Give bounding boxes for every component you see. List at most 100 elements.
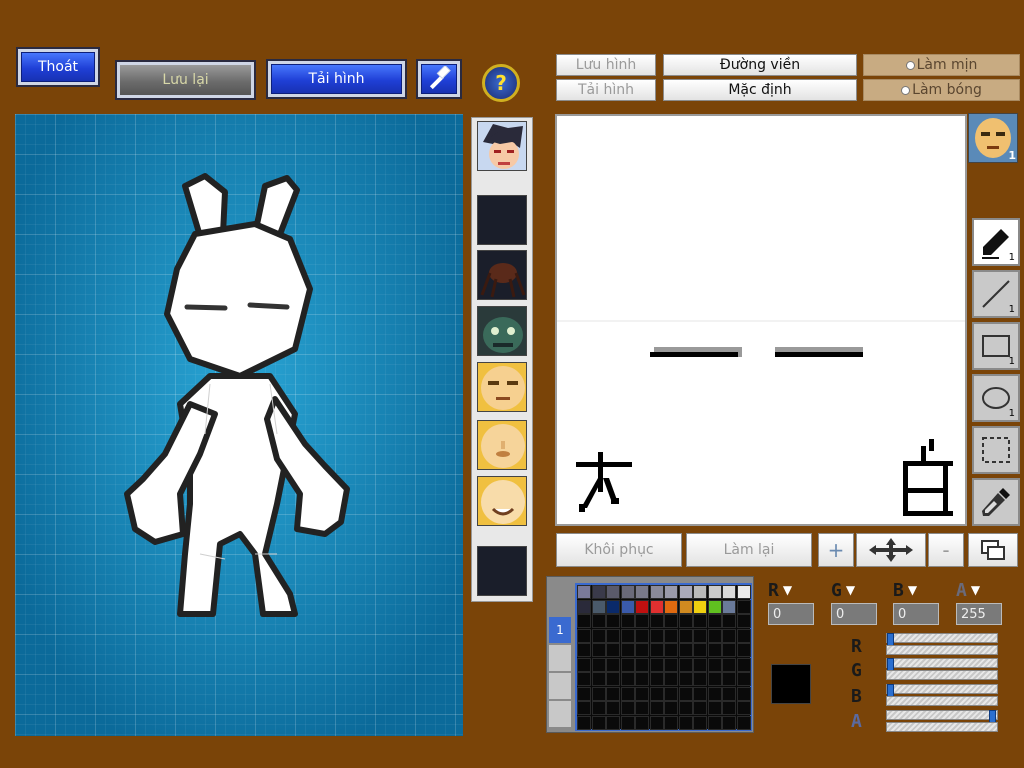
palette-swatch[interactable] (678, 672, 693, 686)
g-slider[interactable] (886, 658, 998, 680)
part-thumb-empty-1[interactable] (477, 195, 527, 245)
part-thumb-face-angry[interactable] (477, 362, 527, 412)
palette-swatch[interactable] (649, 701, 664, 715)
palette-swatch[interactable] (577, 686, 591, 701)
a-channel-dropdown[interactable]: A ▼ (956, 580, 1002, 601)
part-thumb-face-smile[interactable] (477, 476, 527, 526)
palette-swatch[interactable] (693, 686, 707, 701)
palette-swatch[interactable] (678, 701, 693, 715)
palette-swatch[interactable] (707, 701, 722, 715)
palette-swatch[interactable] (635, 657, 649, 672)
palette-tab-4[interactable] (549, 701, 571, 727)
tab-outline[interactable]: Đường viền (663, 54, 857, 76)
palette-swatch[interactable] (635, 643, 649, 657)
palette-swatch[interactable] (649, 585, 664, 599)
palette-swatch[interactable] (620, 672, 635, 686)
palette-swatch[interactable] (707, 657, 722, 672)
tab-default[interactable]: Mặc định (663, 79, 857, 101)
palette-swatch[interactable] (591, 614, 606, 628)
part-thumb-face-calm[interactable] (477, 420, 527, 470)
palette-swatch[interactable] (577, 715, 591, 730)
move-button[interactable] (856, 533, 926, 567)
palette-swatch[interactable] (620, 628, 635, 643)
palette-swatch[interactable] (736, 628, 751, 643)
palette-swatch[interactable] (678, 715, 693, 730)
palette-swatch[interactable] (591, 715, 606, 730)
palette-swatch[interactable] (707, 628, 722, 643)
palette-swatch[interactable] (664, 585, 678, 599)
palette-swatch[interactable] (606, 657, 620, 672)
palette-swatch[interactable] (664, 686, 678, 701)
ellipse-tool[interactable]: 1 (972, 374, 1020, 422)
tab-save-image[interactable]: Lưu hình (556, 54, 656, 76)
g-channel-dropdown[interactable]: G ▼ (831, 580, 877, 601)
palette-grid[interactable] (575, 583, 752, 731)
part-thumb-spider[interactable] (477, 250, 527, 300)
r-channel-dropdown[interactable]: R ▼ (768, 580, 814, 601)
palette-swatch[interactable] (635, 585, 649, 599)
palette-swatch[interactable] (693, 585, 707, 599)
palette-swatch[interactable] (664, 628, 678, 643)
palette-swatch[interactable] (620, 715, 635, 730)
palette-swatch[interactable] (678, 686, 693, 701)
palette-swatch[interactable] (707, 672, 722, 686)
palette-swatch[interactable] (649, 614, 664, 628)
palette-swatch[interactable] (606, 599, 620, 614)
b-slider[interactable] (886, 684, 998, 706)
palette-swatch[interactable] (606, 715, 620, 730)
b-value-field[interactable]: 0 (893, 603, 939, 625)
palette-swatch[interactable] (591, 599, 606, 614)
rectangle-tool[interactable]: 1 (972, 322, 1020, 370)
hammer-button[interactable] (416, 59, 462, 99)
palette-swatch[interactable] (606, 585, 620, 599)
palette-swatch[interactable] (664, 599, 678, 614)
restore-button[interactable]: Khôi phục (556, 533, 682, 567)
part-thumb-monster[interactable] (477, 306, 527, 356)
palette-swatch[interactable] (577, 585, 591, 599)
palette-swatch[interactable] (606, 614, 620, 628)
palette-swatch[interactable] (620, 599, 635, 614)
palette-swatch[interactable] (678, 628, 693, 643)
palette-swatch[interactable] (591, 657, 606, 672)
a-slider[interactable] (886, 710, 998, 732)
palette-swatch[interactable] (649, 672, 664, 686)
palette-swatch[interactable] (635, 672, 649, 686)
eyedropper-tool[interactable] (972, 478, 1020, 526)
palette-swatch[interactable] (722, 643, 736, 657)
palette-swatch[interactable] (693, 701, 707, 715)
palette-swatch[interactable] (635, 701, 649, 715)
redo-button[interactable]: Làm lại (686, 533, 812, 567)
palette-swatch[interactable] (736, 715, 751, 730)
palette-swatch[interactable] (736, 672, 751, 686)
palette-swatch[interactable] (591, 628, 606, 643)
palette-swatch[interactable] (664, 614, 678, 628)
palette-swatch[interactable] (649, 686, 664, 701)
palette-swatch[interactable] (707, 585, 722, 599)
palette-swatch[interactable] (577, 657, 591, 672)
palette-swatch[interactable] (635, 614, 649, 628)
palette-swatch[interactable] (577, 701, 591, 715)
line-tool[interactable]: 1 (972, 270, 1020, 318)
r-slider[interactable] (886, 633, 998, 655)
palette-swatch[interactable] (635, 599, 649, 614)
palette-swatch[interactable] (722, 701, 736, 715)
palette-swatch[interactable] (577, 643, 591, 657)
option-shade[interactable]: Làm bóng (863, 79, 1020, 101)
part-thumb-empty-2[interactable] (477, 546, 527, 596)
smooth-radio-icon[interactable] (905, 60, 915, 70)
palette-swatch[interactable] (707, 686, 722, 701)
avatar[interactable]: 1 (968, 113, 1018, 163)
palette-swatch[interactable] (620, 657, 635, 672)
palette-swatch[interactable] (664, 643, 678, 657)
palette-swatch[interactable] (722, 657, 736, 672)
pen-tool[interactable]: 1 (972, 218, 1020, 266)
layer-button[interactable] (968, 533, 1018, 567)
palette-swatch[interactable] (635, 686, 649, 701)
part-thumb-hair[interactable] (477, 121, 527, 171)
palette-swatch[interactable] (722, 614, 736, 628)
palette-swatch[interactable] (606, 686, 620, 701)
subtract-button[interactable]: - (928, 533, 964, 567)
palette-swatch[interactable] (678, 599, 693, 614)
palette-swatch[interactable] (664, 715, 678, 730)
add-button[interactable]: + (818, 533, 854, 567)
